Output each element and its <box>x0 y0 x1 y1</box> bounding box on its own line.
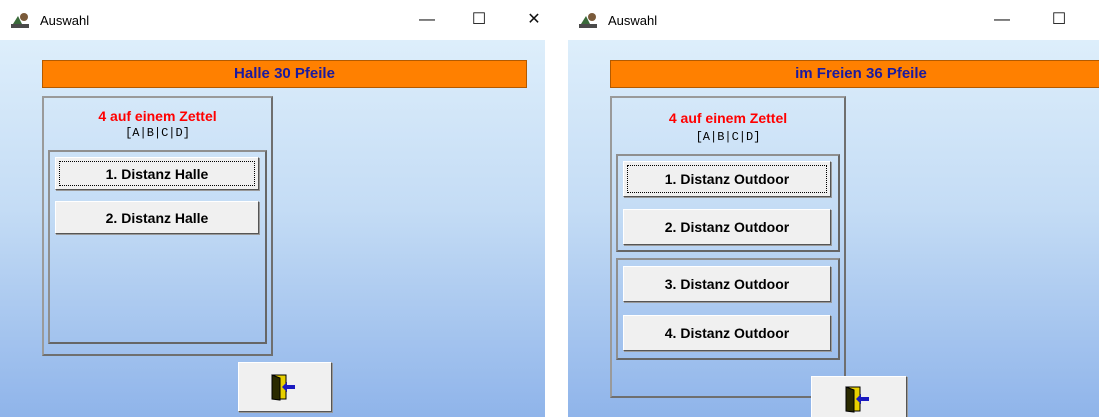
button-group-2: 3. Distanz Outdoor 4. Distanz Outdoor <box>616 258 840 360</box>
header-bar: Halle 30 Pfeile <box>42 60 527 88</box>
exit-button[interactable] <box>811 376 907 417</box>
client-area: im Freien 36 Pfeile 4 auf einem Zettel [… <box>568 40 1099 417</box>
app-icon <box>579 13 597 28</box>
client-area: Halle 30 Pfeile 4 auf einem Zettel [A|B|… <box>0 40 545 417</box>
distance-1-button[interactable]: 1. Distanz Halle <box>55 157 259 190</box>
exit-door-icon <box>271 374 295 401</box>
exit-button[interactable] <box>238 362 332 412</box>
target-group: 4 auf einem Zettel [A|B|C|D] 1. Distanz … <box>610 96 846 398</box>
app-icon <box>11 13 29 28</box>
group-subtitle: [A|B|C|D] <box>125 126 190 140</box>
maximize-button[interactable]: ☐ <box>1045 8 1073 32</box>
button-group-1: 1. Distanz Outdoor 2. Distanz Outdoor <box>616 154 840 252</box>
distance-2-button[interactable]: 2. Distanz Outdoor <box>623 209 831 245</box>
target-group: 4 auf einem Zettel [A|B|C|D] 1. Distanz … <box>42 96 273 356</box>
exit-door-icon <box>845 386 869 413</box>
window-title: Auswahl <box>608 13 658 28</box>
button-group: 1. Distanz Halle 2. Distanz Halle <box>48 150 267 344</box>
window-halle: Auswahl — ☐ ✕ Halle 30 Pfeile 4 auf eine… <box>0 0 545 417</box>
titlebar[interactable]: Auswahl — ☐ ✕ <box>0 0 545 40</box>
minimize-button[interactable]: — <box>413 8 441 32</box>
distance-4-button[interactable]: 4. Distanz Outdoor <box>623 315 831 351</box>
window-title: Auswahl <box>40 13 90 28</box>
group-subtitle: [A|B|C|D] <box>695 130 761 144</box>
distance-3-button[interactable]: 3. Distanz Outdoor <box>623 266 831 302</box>
close-button[interactable]: ✕ <box>520 8 545 32</box>
window-outdoor: Auswahl — ☐ im Freien 36 Pfeile 4 auf ei… <box>568 0 1099 417</box>
group-title: 4 auf einem Zettel <box>98 108 217 124</box>
minimize-button[interactable]: — <box>988 8 1016 32</box>
distance-2-button[interactable]: 2. Distanz Halle <box>55 201 259 234</box>
group-title: 4 auf einem Zettel <box>668 110 788 126</box>
maximize-button[interactable]: ☐ <box>465 8 493 32</box>
titlebar[interactable]: Auswahl — ☐ <box>568 0 1099 40</box>
header-bar: im Freien 36 Pfeile <box>610 60 1099 88</box>
distance-1-button[interactable]: 1. Distanz Outdoor <box>623 161 831 197</box>
